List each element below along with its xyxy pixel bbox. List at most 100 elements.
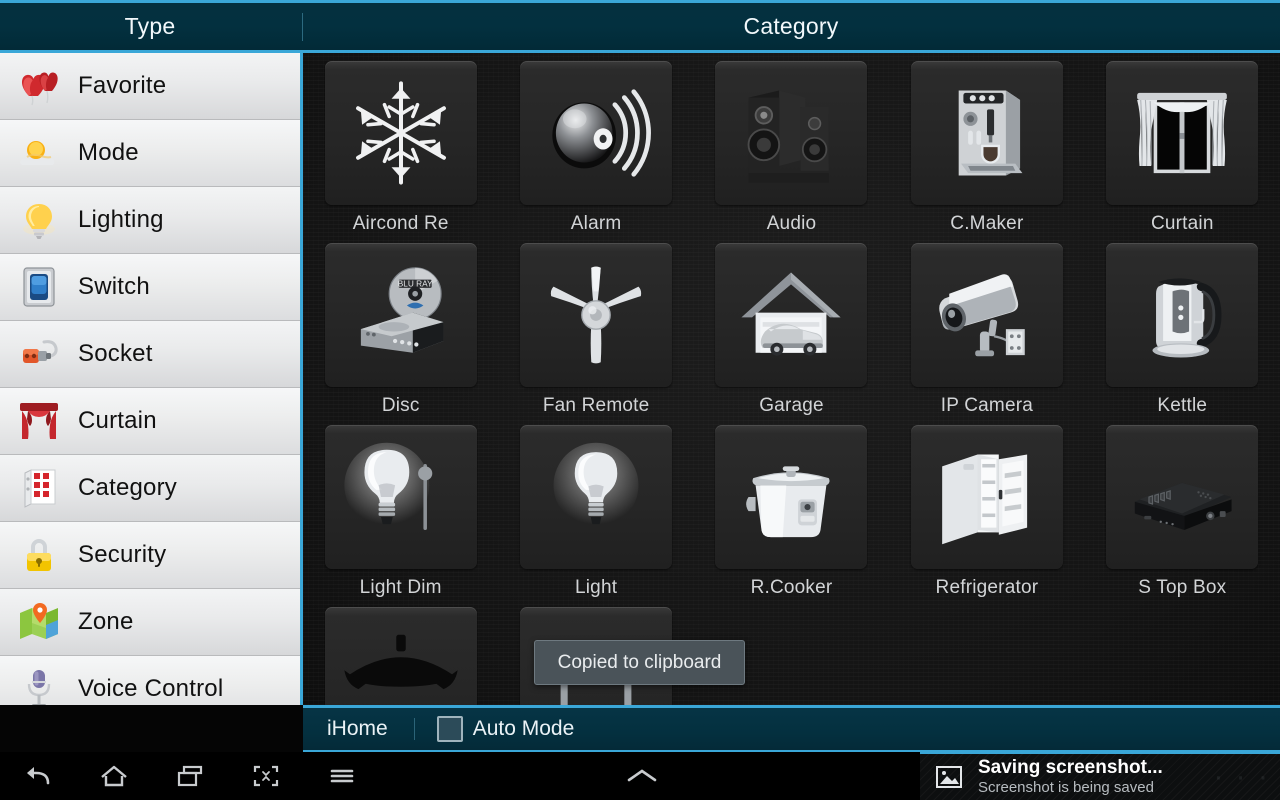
screenshot-notification[interactable]: · · · Saving screenshot... Screenshot is…	[920, 752, 1280, 800]
sidebar: Favorite Mode Lighting Switch Socket Cur…	[0, 53, 300, 705]
sidebar-item-socket[interactable]: Socket	[0, 321, 300, 388]
grid-item-ip-camera[interactable]: IP Camera	[889, 235, 1084, 417]
tile	[324, 425, 477, 569]
screenshot-button[interactable]	[228, 752, 304, 800]
ceiling-fan-icon	[550, 266, 642, 364]
home-icon	[101, 765, 127, 787]
notification-title: Saving screenshot...	[978, 757, 1163, 778]
tile: BLU RAY	[324, 243, 477, 387]
category-grid: Aircond Re Alarm Audio C.Maker Curtain B…	[303, 53, 1280, 705]
app-name-label: iHome	[327, 717, 388, 740]
category-title: Category	[743, 13, 839, 39]
ghost-status-text: · · ·	[1213, 760, 1270, 793]
app-root: Type Category Favorite Mode Lighting Swi…	[0, 0, 1280, 800]
toast-message: Copied to clipboard	[534, 640, 745, 685]
grid-item-r-cooker[interactable]: R.Cooker	[694, 417, 889, 599]
sidebar-item-lighting[interactable]: Lighting	[0, 187, 300, 254]
bulb-icon	[553, 442, 639, 528]
window-curtain-icon	[1137, 92, 1228, 174]
sidebar-item-label: Lighting	[78, 206, 164, 233]
grid-item-garage[interactable]: Garage	[694, 235, 889, 417]
notification-subtitle: Screenshot is being saved	[978, 779, 1154, 796]
grid-item-disc[interactable]: BLU RAY Disc	[303, 235, 498, 417]
alarm-bell-icon	[552, 89, 652, 177]
recents-button[interactable]	[152, 752, 228, 800]
lamp-shade-icon	[344, 634, 458, 690]
electric-kettle-icon	[1152, 278, 1222, 358]
hearts-icon	[0, 53, 78, 120]
grid-item-label: R.Cooker	[750, 577, 833, 598]
grid-item-refrigerator[interactable]: Refrigerator	[889, 417, 1084, 599]
grid-item-c-maker[interactable]: C.Maker	[889, 53, 1084, 235]
auto-mode-checkbox[interactable]	[436, 716, 463, 742]
tile	[324, 61, 477, 205]
tile	[520, 425, 673, 569]
grid-item-row4-4	[889, 599, 1084, 705]
coffee-machine-icon	[958, 90, 1023, 176]
curtain-icon	[0, 388, 78, 455]
sun-cloud-icon	[0, 120, 78, 187]
snowflake-icon	[355, 81, 446, 185]
lightbulb-icon	[0, 187, 78, 254]
sidebar-item-label: Switch	[78, 273, 150, 300]
power-plug-icon	[0, 321, 78, 388]
grid-item-label: IP Camera	[940, 395, 1034, 416]
tile	[910, 61, 1063, 205]
grid-item-alarm[interactable]: Alarm	[498, 53, 693, 235]
grid-item-curtain[interactable]: Curtain	[1085, 53, 1280, 235]
statusbar: iHome Auto Mode	[303, 708, 1280, 750]
grid-item-light-dim[interactable]: Light Dim	[303, 417, 498, 599]
grid-item-row4-5	[1085, 599, 1280, 705]
grid-item-label: S Top Box	[1138, 577, 1227, 598]
sidebar-item-label: Curtain	[78, 407, 157, 434]
grid-item-s-top-box[interactable]: S Top Box	[1085, 417, 1280, 599]
tile	[520, 61, 673, 205]
sidebar-item-label: Socket	[78, 340, 153, 367]
grid-item-fan-remote[interactable]: Fan Remote	[498, 235, 693, 417]
sidebar-item-switch[interactable]: Switch	[0, 254, 300, 321]
header-type-panel: Type	[0, 3, 300, 50]
tile	[1106, 425, 1259, 569]
expand-statusbar-button[interactable]	[612, 752, 672, 800]
left-bottom-filler	[0, 705, 303, 752]
microphone-icon	[0, 656, 78, 705]
sidebar-item-mode[interactable]: Mode	[0, 120, 300, 187]
fridge-icon	[942, 454, 1028, 545]
hamburger-menu-icon	[330, 769, 354, 783]
home-button[interactable]	[76, 752, 152, 800]
map-pin-icon	[0, 589, 78, 656]
image-icon	[920, 753, 978, 800]
grid-item-label: Garage	[759, 395, 824, 416]
sidebar-item-voice-control[interactable]: Voice Control	[0, 656, 300, 705]
menu-button[interactable]	[304, 752, 380, 800]
header-bar: Type Category	[0, 3, 1280, 50]
grid-item-label: Curtain	[1150, 213, 1214, 234]
grid-item-kettle[interactable]: Kettle	[1085, 235, 1280, 417]
grid-item-audio[interactable]: Audio	[694, 53, 889, 235]
sidebar-item-zone[interactable]: Zone	[0, 589, 300, 656]
grid-item-label: Light Dim	[359, 577, 442, 598]
screenshot-icon	[253, 765, 279, 787]
chevron-up-icon	[627, 769, 657, 782]
grid-item-light[interactable]: Light	[498, 417, 693, 599]
grid-item-label: Disc	[381, 395, 420, 416]
tile	[715, 425, 868, 569]
toast-text: Copied to clipboard	[557, 651, 722, 673]
rice-cooker-icon	[746, 466, 831, 538]
bulb-dimmer-icon	[344, 442, 432, 531]
grid-item-aircond-re[interactable]: Aircond Re	[303, 53, 498, 235]
sidebar-item-favorite[interactable]: Favorite	[0, 53, 300, 120]
grid-item-label: Kettle	[1157, 395, 1208, 416]
garage-car-icon	[741, 272, 842, 356]
grid-rack-icon	[0, 455, 78, 522]
sidebar-item-security[interactable]: Security	[0, 522, 300, 589]
sidebar-item-curtain[interactable]: Curtain	[0, 388, 300, 455]
grid-item-row4-1[interactable]	[303, 599, 498, 705]
back-button[interactable]	[0, 752, 76, 800]
tile	[1106, 61, 1259, 205]
header-category-panel: Category	[302, 3, 1280, 50]
tile	[715, 61, 868, 205]
back-arrow-icon	[27, 767, 50, 785]
sidebar-item-label: Voice Control	[78, 675, 224, 702]
sidebar-item-category[interactable]: Category	[0, 455, 300, 522]
